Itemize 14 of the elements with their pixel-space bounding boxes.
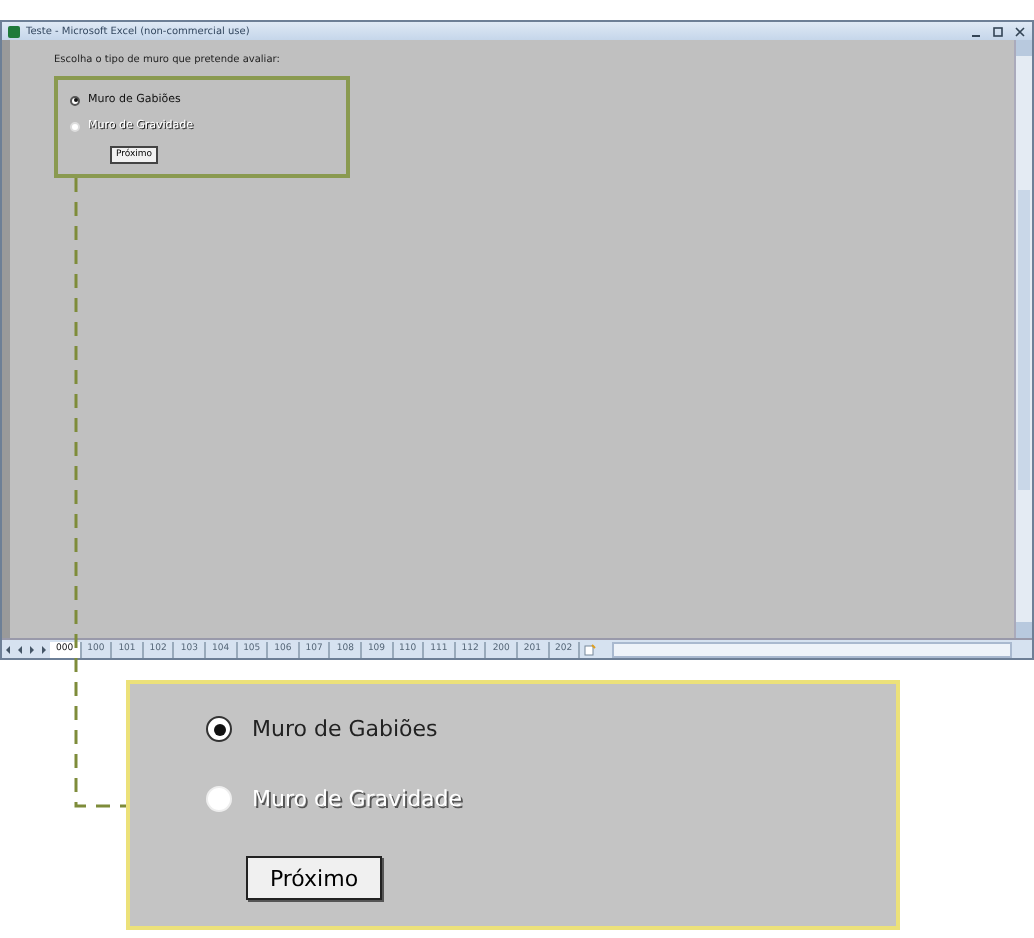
last-sheet-icon[interactable] [40,645,48,653]
radio-button[interactable] [206,716,232,742]
close-icon[interactable] [1014,25,1026,37]
radio-button[interactable] [70,95,80,105]
previous-sheet-icon[interactable] [16,645,24,653]
maximize-icon[interactable] [992,25,1004,37]
vertical-scrollbar[interactable] [1014,40,1032,638]
option-label: Muro de Gravidade [252,786,463,812]
horizontal-scrollbar[interactable] [612,641,1012,657]
next-sheet-icon[interactable] [28,645,36,653]
next-button[interactable]: Próximo [246,856,382,900]
app-icon [8,25,20,37]
option-label: Muro de Gabiões [252,716,438,742]
first-sheet-icon[interactable] [4,645,12,653]
